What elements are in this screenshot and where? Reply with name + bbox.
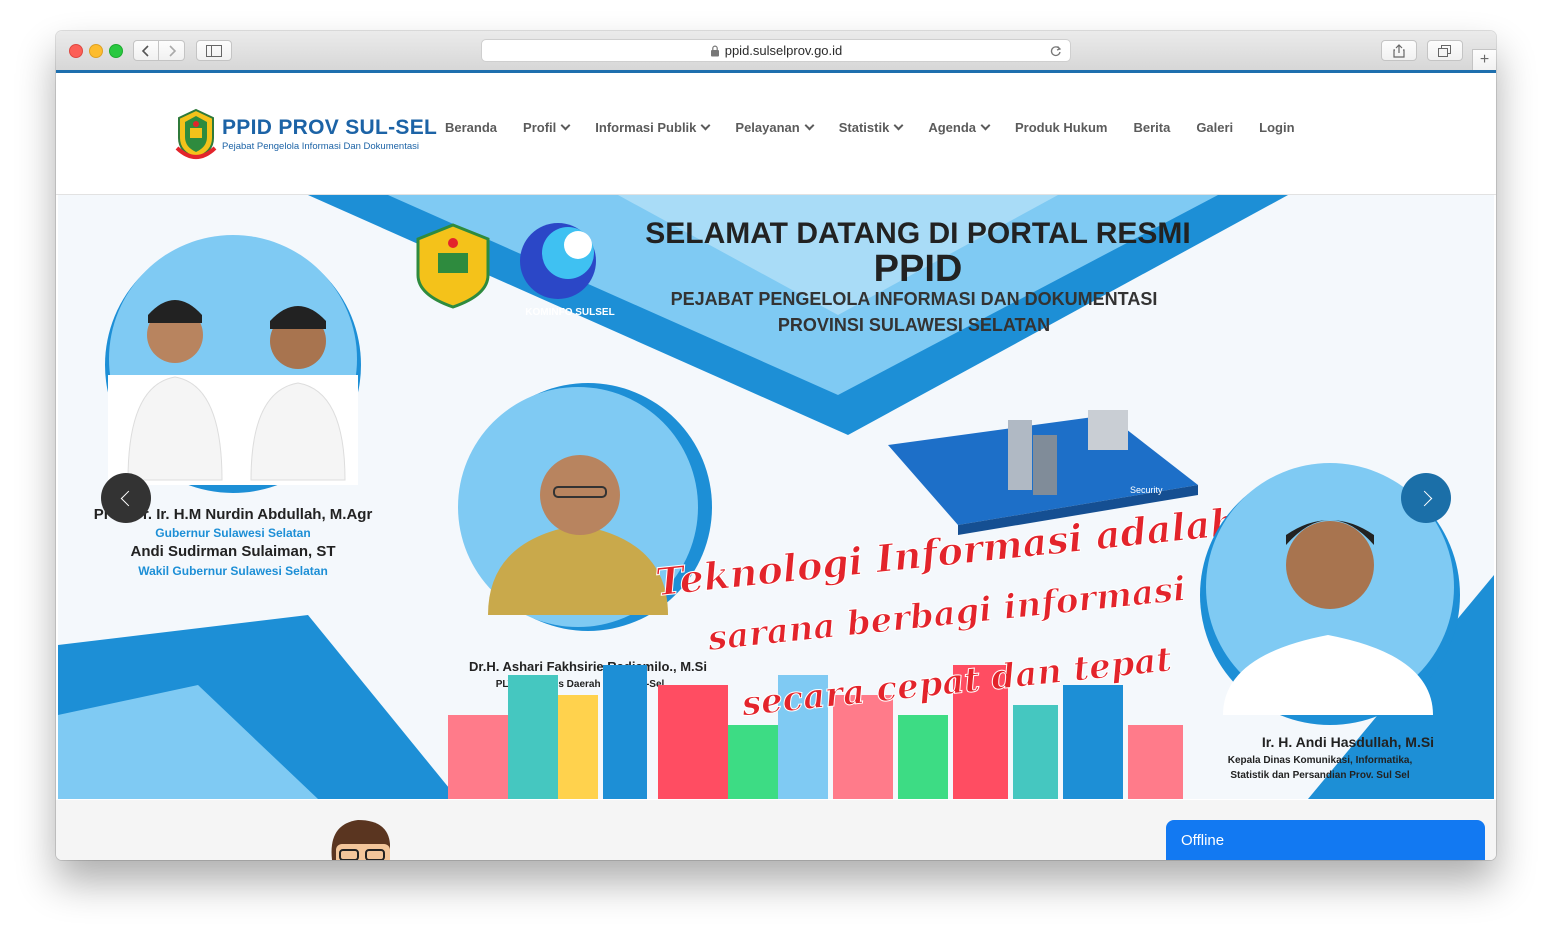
governor-title: Gubernur Sulawesi Selatan <box>155 526 310 540</box>
nav-galeri[interactable]: Galeri <box>1196 117 1233 137</box>
share-button[interactable] <box>1381 40 1417 61</box>
browser-window: ppid.sulselprov.go.id + PPID PROV SUL-SE… <box>56 31 1496 860</box>
chevron-down-icon <box>893 120 904 130</box>
kadis-name: Ir. H. Andi Hasdullah, M.Si <box>1262 734 1434 750</box>
banner-heading-big: PPID <box>874 248 963 290</box>
address-bar[interactable]: ppid.sulselprov.go.id <box>481 39 1071 62</box>
vice-governor-name: Andi Sudirman Sulaiman, ST <box>130 543 335 560</box>
nav-statistik[interactable]: Statistik <box>838 117 904 137</box>
chevron-down-icon <box>700 120 711 130</box>
nav-login[interactable]: Login <box>1259 117 1294 137</box>
site-logo-title: PPID PROV SUL-SEL <box>222 115 438 139</box>
chevron-down-icon <box>804 120 815 130</box>
nav-login-label: Login <box>1259 119 1295 135</box>
browser-toolbar: ppid.sulselprov.go.id + <box>56 31 1496 71</box>
back-button[interactable] <box>133 40 159 61</box>
hero-banner-slide: KOMINFO SULSEL SELAMAT DATANG DI PORTAL … <box>58 195 1494 799</box>
nav-beranda[interactable]: Beranda <box>445 117 497 137</box>
chevron-right-icon <box>168 44 176 57</box>
nav-berita[interactable]: Berita <box>1133 117 1170 137</box>
nav-pelayanan-label: Pelayanan <box>735 119 800 135</box>
close-window-button[interactable] <box>69 44 83 58</box>
nav-produk-hukum-label: Produk Hukum <box>1014 119 1108 135</box>
nav-produk-hukum[interactable]: Produk Hukum <box>1015 117 1107 137</box>
site-header: PPID PROV SUL-SEL Pejabat Pengelola Info… <box>56 73 1496 195</box>
minimize-window-button[interactable] <box>89 44 103 58</box>
sulsel-coat-of-arms <box>416 223 490 309</box>
nav-galeri-label: Galeri <box>1196 119 1234 135</box>
sidebar-toggle-button[interactable] <box>196 40 232 61</box>
nav-informasi-publik-label: Informasi Publik <box>595 119 697 135</box>
banner-heading: SELAMAT DATANG DI PORTAL RESMI <box>645 217 1191 250</box>
chevron-right-icon <box>1416 490 1432 506</box>
kominfo-logo <box>520 223 596 299</box>
chat-status-label: Offline <box>1181 831 1225 849</box>
nav-pelayanan[interactable]: Pelayanan <box>735 117 815 137</box>
nav-statistik-label: Statistik <box>838 119 890 135</box>
nav-informasi-publik[interactable]: Informasi Publik <box>595 117 711 137</box>
share-icon <box>1393 43 1405 58</box>
chevron-down-icon <box>560 120 571 130</box>
carousel-prev-button[interactable] <box>101 473 151 523</box>
secretary-name: Dr.H. Ashari Fakhsirie Radjamilo., M.Si <box>469 659 707 674</box>
nav-agenda-label: Agenda <box>928 119 976 135</box>
sulsel-emblem-icon <box>175 108 217 160</box>
nav-profil-label: Profil <box>523 119 557 135</box>
forward-button[interactable] <box>159 40 185 61</box>
nav-beranda-label: Beranda <box>445 119 498 135</box>
new-tab-button[interactable]: + <box>1472 49 1496 70</box>
kadis-title-line-2: Statistik dan Persandian Prov. Sul Sel <box>1230 770 1410 781</box>
url-text: ppid.sulselprov.go.id <box>724 43 843 58</box>
carousel-next-button[interactable] <box>1401 473 1451 523</box>
hero-banner-artwork: KOMINFO SULSEL SELAMAT DATANG DI PORTAL … <box>58 195 1494 799</box>
nav-berita-label: Berita <box>1133 119 1171 135</box>
sidebar-icon <box>206 44 222 57</box>
vice-governor-title: Wakil Gubernur Sulawesi Selatan <box>138 564 328 578</box>
chevron-down-icon <box>980 120 991 130</box>
security-label: Security <box>1130 485 1163 495</box>
site-logo[interactable]: PPID PROV SUL-SEL Pejabat Pengelola Info… <box>173 108 437 160</box>
tabs-overview-button[interactable] <box>1427 40 1463 61</box>
chevron-left-icon <box>141 44 149 57</box>
cartoon-avatar-illustration <box>331 820 390 860</box>
kadis-title-line-1: Kepala Dinas Komunikasi, Informatika, <box>1228 755 1413 766</box>
nav-agenda[interactable]: Agenda <box>928 117 991 137</box>
tabs-icon <box>1438 44 1451 57</box>
banner-subheading-1: PEJABAT PENGELOLA INFORMASI DAN DOKUMENT… <box>671 289 1158 309</box>
reload-icon[interactable] <box>1050 45 1062 57</box>
governor-photo <box>105 235 361 493</box>
live-chat-widget[interactable]: Offline <box>1166 820 1485 860</box>
chevron-left-icon <box>120 490 136 506</box>
site-logo-subtitle: Pejabat Pengelola Informasi Dan Dokument… <box>222 140 419 152</box>
kominfo-label: KOMINFO SULSEL <box>525 307 614 318</box>
nav-profil[interactable]: Profil <box>523 117 571 137</box>
banner-subheading-2: PROVINSI SULAWESI SELATAN <box>778 315 1050 335</box>
main-navigation: Beranda Profil Informasi Publik Pelayana… <box>445 117 1321 137</box>
zoom-window-button[interactable] <box>109 44 123 58</box>
lock-icon <box>710 45 719 56</box>
